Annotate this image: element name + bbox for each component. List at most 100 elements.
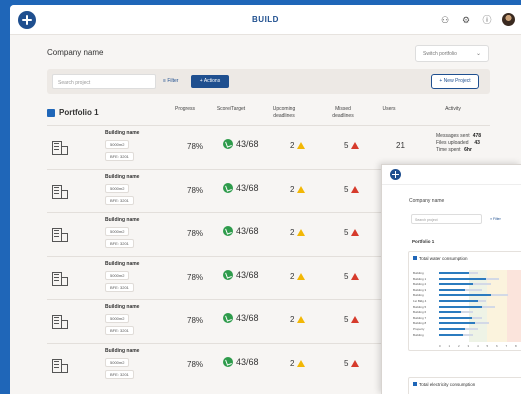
building-icon: [52, 184, 68, 199]
area-chip: 5000m2: [105, 314, 130, 323]
progress-value: 78%: [187, 316, 204, 325]
building-icon: [52, 315, 68, 329]
alert-icon: [351, 359, 360, 367]
table-row[interactable]: Building name 5000m2 BFE: 3201 78% 43/68 2 5 21…: [47, 125, 490, 168]
bar-label: Building 2: [413, 282, 427, 287]
missed-deadlines: 5: [344, 141, 360, 150]
time-label: Time spent: [436, 147, 461, 153]
missed-value: 5: [344, 141, 349, 150]
preview-filter-button[interactable]: ≡ Filter: [490, 217, 501, 221]
axis-tick: 4: [477, 344, 479, 348]
area-chip: 5000m2: [105, 357, 130, 367]
bfe-chip: BFE: 3201: [105, 282, 134, 292]
axis-tick: 2: [458, 344, 460, 348]
leaf-icon: [223, 356, 233, 367]
axis-tick: 6: [496, 344, 498, 348]
gear-icon[interactable]: ⚙: [460, 14, 472, 26]
water-card-title: Total water consumption: [413, 256, 468, 261]
upcoming-value: 2: [290, 271, 295, 281]
leaf-icon: [223, 269, 233, 280]
col-progress: Progress: [174, 106, 195, 112]
actions-button[interactable]: + Actions: [191, 75, 229, 88]
missed-value: 5: [344, 228, 349, 237]
time-value: 6hr: [464, 147, 472, 153]
building-icon: [52, 271, 68, 286]
filter-label: Filter: [167, 78, 179, 84]
bar-label: Building 8: [413, 321, 427, 326]
filter-button[interactable]: ≡ Filter: [163, 78, 178, 84]
axis-tick: 0: [439, 344, 441, 348]
warning-icon: [297, 316, 306, 323]
actions-label: Actions: [203, 78, 221, 84]
warning-icon: [297, 359, 306, 367]
area-chip: 5000m2: [105, 140, 130, 149]
preview-filter-label: Filter: [493, 217, 501, 221]
bar-label: Property: [413, 327, 425, 331]
bfe-chip: BFE: 3201: [105, 239, 134, 248]
building-name: Building name: [105, 304, 140, 310]
activity-summary: Messages sent 478 Files uploaded 43 Time s…: [436, 133, 481, 154]
upcoming-value: 2: [290, 228, 295, 237]
axis-tick: 7: [505, 344, 508, 348]
bar-fill: [439, 294, 491, 297]
axis-tick: 1: [448, 344, 451, 348]
score-target: 43/68: [223, 313, 259, 323]
progress-value: 78%: [187, 185, 204, 195]
preview-panel[interactable]: Company name Search project ≡ Filter Por…: [381, 164, 521, 394]
portfolio-title: Portfolio 1: [47, 108, 99, 117]
score-value: 43/68: [236, 313, 259, 323]
warning-icon: [297, 185, 306, 193]
leaf-icon: [223, 313, 233, 323]
col-users: Users: [382, 106, 396, 112]
upcoming-deadlines: 2: [290, 271, 306, 281]
bar-fill: [439, 283, 474, 286]
new-project-button[interactable]: + New Project: [431, 74, 479, 89]
missed-deadlines: 5: [344, 185, 360, 194]
score-value: 43/68: [236, 182, 259, 193]
electricity-card-title: Total electricity consumption: [413, 382, 475, 387]
switch-portfolio-dropdown[interactable]: Switch portfolio ⌄: [415, 45, 489, 62]
bar-label: Building: [413, 332, 424, 337]
building-name: Building name: [105, 260, 140, 267]
score-target: 43/68: [223, 356, 259, 367]
search-input[interactable]: Search project: [52, 74, 156, 89]
alert-icon: [351, 272, 360, 280]
chevron-down-icon: ⌄: [475, 51, 481, 57]
bar-label: Building: [413, 293, 424, 298]
col-activity: Activity: [445, 106, 461, 112]
missed-deadlines: 5: [344, 272, 360, 281]
upcoming-deadlines: 2: [290, 315, 306, 324]
area-chip: 5000m2: [105, 227, 130, 236]
building-icon: [52, 141, 68, 155]
missed-value: 5: [344, 358, 349, 368]
area-chip: 5000m2: [105, 183, 130, 193]
preview-topbar: [382, 165, 521, 185]
score-target: 43/68: [223, 182, 259, 193]
files-value: 43: [474, 140, 480, 146]
bar-label: Building: [413, 271, 424, 275]
alert-icon: [351, 142, 360, 149]
missed-deadlines: 5: [344, 228, 360, 237]
axis-tick: 3: [467, 344, 470, 348]
axis-tick: 8: [515, 344, 517, 348]
company-name: Company name: [47, 48, 104, 57]
bar-fill: [439, 272, 470, 274]
people-icon[interactable]: ⚇: [439, 14, 451, 26]
progress-value: 78%: [187, 142, 204, 151]
upcoming-deadlines: 2: [290, 185, 306, 194]
warning-icon: [297, 272, 306, 280]
preview-logo-icon: [390, 169, 401, 180]
bar-fill: [439, 300, 478, 302]
score-value: 43/68: [236, 139, 259, 149]
preview-search-input[interactable]: Search project: [411, 214, 482, 224]
switch-portfolio-label: Switch portfolio: [423, 51, 457, 57]
bar-fill: [439, 328, 465, 330]
score-value: 43/68: [236, 269, 259, 280]
top-icons: ⚇ ⚙ ⓘ: [439, 13, 515, 26]
col-score: Score/Target: [216, 106, 246, 112]
help-icon[interactable]: ⓘ: [481, 14, 493, 26]
avatar[interactable]: [502, 13, 515, 26]
warning-icon: [297, 142, 306, 149]
progress-value: 78%: [187, 229, 204, 238]
preview-company-name: Company name: [409, 198, 445, 204]
